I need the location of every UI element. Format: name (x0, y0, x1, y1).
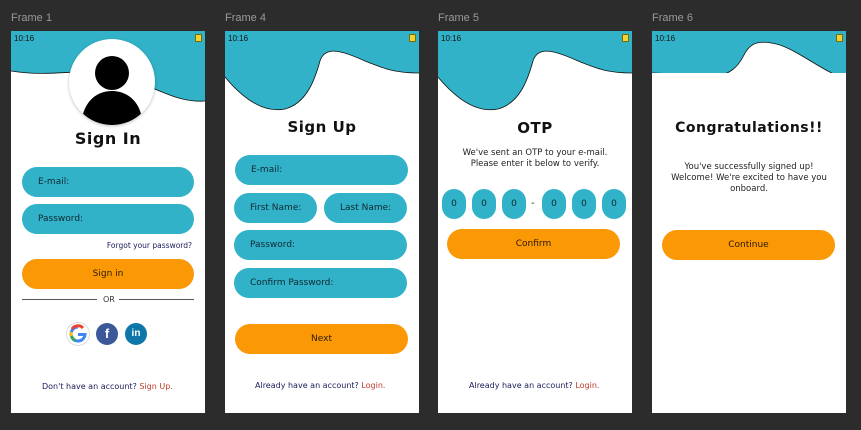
login-prompt-text: Already have an account? (255, 381, 359, 390)
congrats-message-line-3: onboard. (730, 184, 768, 194)
or-label: OR (103, 295, 115, 304)
first-name-field[interactable]: First Name: (234, 193, 317, 223)
status-time: 10:16 (228, 34, 249, 43)
status-time: 10:16 (441, 34, 462, 43)
battery-icon (622, 34, 629, 42)
login-link[interactable]: Login. (575, 381, 599, 390)
user-silhouette-icon (81, 56, 143, 125)
signup-prompt: Don't have an account? Sign Up. (42, 382, 173, 391)
battery-icon (409, 34, 416, 42)
congrats-message-line-1: You've successfully signed up! (684, 162, 814, 172)
frame-label-4: Frame 4 (225, 12, 266, 24)
otp-message-line-1: We've sent an OTP to your e-mail. (462, 148, 608, 158)
signup-link[interactable]: Sign Up. (139, 382, 172, 391)
status-bar: 10:16 (441, 34, 629, 44)
facebook-icon[interactable]: f (96, 323, 118, 345)
signup-prompt-text: Don't have an account? (42, 382, 137, 391)
signin-button[interactable]: Sign in (22, 259, 194, 289)
login-prompt-text: Already have an account? (469, 381, 573, 390)
avatar[interactable] (69, 39, 155, 125)
divider-left (22, 299, 97, 300)
otp-digit-3[interactable]: 0 (502, 189, 526, 219)
frame-label-6: Frame 6 (652, 12, 693, 24)
congrats-message-line-2: Welcome! We're excited to have you (671, 173, 827, 183)
last-name-field[interactable]: Last Name: (324, 193, 407, 223)
divider-right (119, 299, 194, 300)
page-title: Congratulations!! (675, 120, 823, 136)
otp-screen: 10:16 OTP We've sent an OTP to your e-ma… (438, 31, 632, 413)
page-title: Sign In (74, 129, 142, 148)
page-title: Sign Up (287, 118, 357, 136)
linkedin-icon[interactable]: in (125, 323, 147, 345)
otp-digit-1[interactable]: 0 (442, 189, 466, 219)
email-field[interactable]: E-mail: (235, 155, 408, 185)
otp-digit-2[interactable]: 0 (472, 189, 496, 219)
otp-digit-4[interactable]: 0 (542, 189, 566, 219)
otp-digit-6[interactable]: 0 (602, 189, 626, 219)
next-button[interactable]: Next (235, 324, 408, 354)
otp-separator: - (531, 198, 535, 209)
login-prompt: Already have an account? Login. (255, 381, 385, 390)
page-title: OTP (517, 119, 553, 137)
frame-label-1: Frame 1 (11, 12, 52, 24)
signin-screen: 10:16 Sign In E-mail: Password: Forgot y… (11, 31, 205, 413)
forgot-password-link[interactable]: Forgot your password? (107, 241, 192, 250)
congrats-screen: 10:16 Congratulations!! You've successfu… (652, 31, 846, 413)
battery-icon (195, 34, 202, 42)
confirm-button[interactable]: Confirm (447, 229, 620, 259)
otp-digit-5[interactable]: 0 (572, 189, 596, 219)
frame-label-5: Frame 5 (438, 12, 479, 24)
password-field[interactable]: Password: (234, 230, 407, 260)
confirm-password-field[interactable]: Confirm Password: (234, 268, 407, 298)
status-time: 10:16 (655, 34, 676, 43)
status-bar: 10:16 (228, 34, 416, 44)
battery-icon (836, 34, 843, 42)
password-field[interactable]: Password: (22, 204, 194, 234)
email-field[interactable]: E-mail: (22, 167, 194, 197)
status-bar: 10:16 (655, 34, 843, 44)
continue-button[interactable]: Continue (662, 230, 835, 260)
status-time: 10:16 (14, 34, 35, 43)
google-icon[interactable] (67, 323, 89, 345)
login-prompt: Already have an account? Login. (469, 381, 599, 390)
signup-screen: 10:16 Sign Up E-mail: First Name: Last N… (225, 31, 419, 413)
otp-message-line-2: Please enter it below to verify. (470, 159, 600, 169)
login-link[interactable]: Login. (361, 381, 385, 390)
